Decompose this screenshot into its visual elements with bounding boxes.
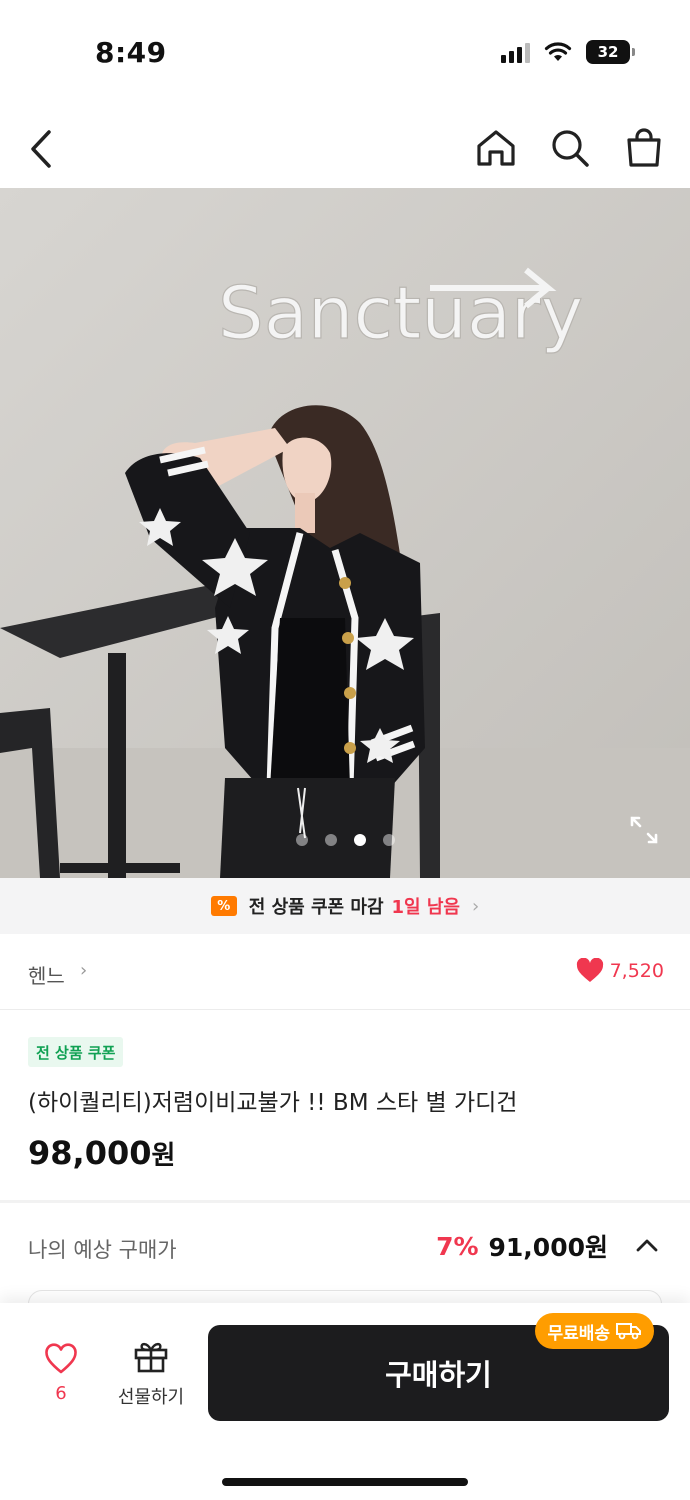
coupon-deadline-banner[interactable]: % 전 상품 쿠폰 마감 1일 남음 ›	[0, 878, 690, 934]
estimated-price-label: 나의 예상 구매가	[28, 1238, 177, 1262]
price-value: 98,000	[28, 1134, 152, 1172]
nav-actions	[474, 126, 666, 170]
wifi-icon	[544, 42, 572, 61]
discount-rate: 7%	[436, 1231, 479, 1261]
product-image-carousel[interactable]: Sanctuary	[0, 188, 690, 878]
bottom-action-bar: 6 선물하기 구매하기 무료배송	[0, 1303, 690, 1500]
status-time: 8:49	[95, 36, 167, 69]
status-icons: 32	[501, 40, 635, 64]
gift-icon	[134, 1342, 168, 1373]
shopping-bag-icon[interactable]	[622, 126, 666, 170]
heart-filled-icon	[576, 958, 603, 982]
back-arrow-icon[interactable]	[22, 124, 62, 174]
battery-level: 32	[597, 43, 619, 61]
free-shipping-badge: 무료배송	[535, 1313, 654, 1349]
estimated-price-row[interactable]: 나의 예상 구매가 7% 91,000원	[0, 1212, 690, 1282]
truck-icon	[616, 1323, 641, 1340]
wishlist-count: 6	[55, 1383, 67, 1404]
carousel-dot[interactable]	[353, 834, 366, 846]
product-title: (하이퀄리티)저렴이비교불가 !! BM 스타 별 가디건	[28, 1090, 518, 1116]
coupon-remaining: 1일 남음	[391, 897, 460, 918]
battery-icon: 32	[586, 40, 635, 64]
wall-sign-text: Sanctuary	[218, 271, 583, 355]
brand-likes[interactable]: 7,520	[576, 958, 664, 984]
heart-outline-icon	[45, 1343, 77, 1374]
brand-link[interactable]: 헨느	[28, 960, 65, 989]
coupon-tag: 전 상품 쿠폰	[28, 1037, 124, 1067]
estimated-price-value: 7% 91,000원	[436, 1228, 662, 1264]
signal-icon	[501, 41, 530, 63]
price-currency: 원	[151, 1141, 176, 1171]
likes-count: 7,520	[609, 960, 664, 982]
carousel-pagination	[0, 834, 690, 846]
carousel-dot[interactable]	[382, 834, 395, 846]
chevron-right-icon: ›	[472, 895, 480, 917]
product-photo: Sanctuary	[0, 188, 690, 878]
wishlist-button[interactable]: 6	[30, 1343, 92, 1404]
brand-row: 헨느 › 7,520	[0, 934, 690, 1010]
search-icon[interactable]	[548, 126, 592, 170]
chevron-up-icon[interactable]	[632, 1231, 662, 1261]
coupon-banner-text: 전 상품 쿠폰 마감	[248, 897, 384, 918]
discounted-price: 91,000원	[488, 1233, 608, 1262]
section-divider	[0, 1200, 690, 1203]
chevron-right-icon: ›	[80, 960, 88, 981]
gift-button[interactable]: 선물하기	[110, 1339, 192, 1409]
carousel-dot[interactable]	[295, 834, 308, 846]
carousel-dot[interactable]	[324, 834, 337, 846]
free-shipping-label: 무료배송	[547, 1323, 610, 1344]
home-icon[interactable]	[474, 126, 518, 170]
buy-button-label: 구매하기	[385, 1358, 492, 1392]
coupon-icon: %	[210, 896, 237, 916]
home-indicator	[222, 1478, 468, 1486]
top-nav-bar	[0, 110, 690, 188]
status-bar: 8:49 32	[0, 0, 690, 100]
product-price: 98,000원	[28, 1134, 175, 1172]
expand-icon[interactable]	[628, 814, 660, 846]
gift-label: 선물하기	[117, 1387, 185, 1408]
